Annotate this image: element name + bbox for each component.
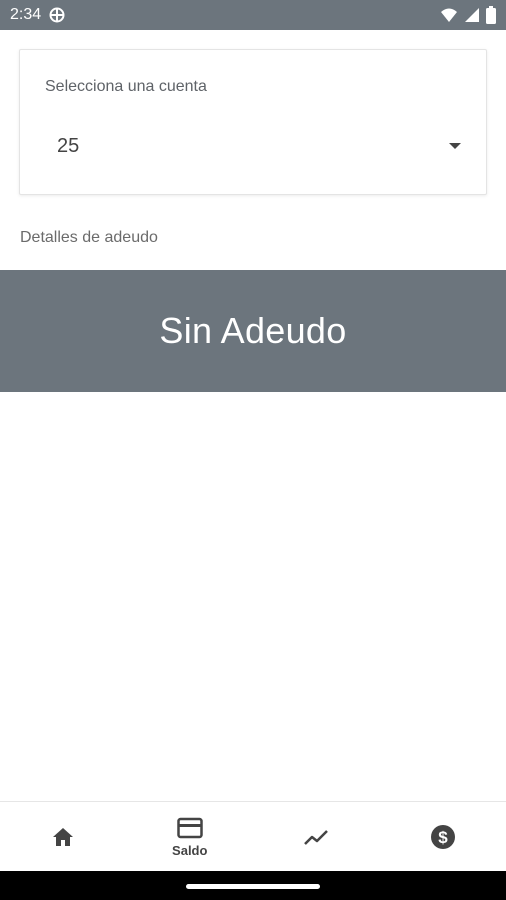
- status-left: 2:34: [10, 6, 65, 24]
- account-selected-value: 25: [57, 134, 80, 157]
- bottom-nav: Saldo $: [0, 801, 506, 872]
- home-icon: [51, 825, 75, 849]
- debt-status-text: Sin Adeudo: [159, 310, 347, 351]
- dropdown-caret-icon: [449, 143, 461, 149]
- account-selector-label: Selecciona una cuenta: [45, 78, 207, 95]
- nav-item-trends[interactable]: [253, 802, 380, 872]
- dollar-icon: $: [430, 824, 456, 850]
- signal-icon: [464, 7, 480, 23]
- account-card: Selecciona una cuenta 25: [19, 49, 487, 195]
- wifi-icon: [440, 7, 458, 23]
- details-label: Detalles de adeudo: [20, 229, 158, 246]
- status-bar: 2:34: [0, 0, 506, 30]
- nav-item-saldo-label: Saldo: [172, 842, 208, 858]
- status-time: 2:34: [10, 6, 42, 23]
- status-right: [440, 6, 496, 24]
- nav-item-home[interactable]: [0, 802, 127, 872]
- card-icon: [177, 817, 203, 839]
- trending-icon: [303, 827, 329, 847]
- nav-item-saldo[interactable]: Saldo: [127, 802, 254, 872]
- account-dropdown[interactable]: 25: [45, 124, 465, 168]
- nav-item-payments[interactable]: $: [380, 802, 506, 872]
- debt-status-banner: Sin Adeudo: [0, 270, 506, 392]
- vpn-globe-icon: [49, 7, 65, 23]
- battery-icon: [486, 6, 496, 24]
- svg-text:$: $: [438, 828, 448, 847]
- home-gesture-pill[interactable]: [186, 884, 320, 889]
